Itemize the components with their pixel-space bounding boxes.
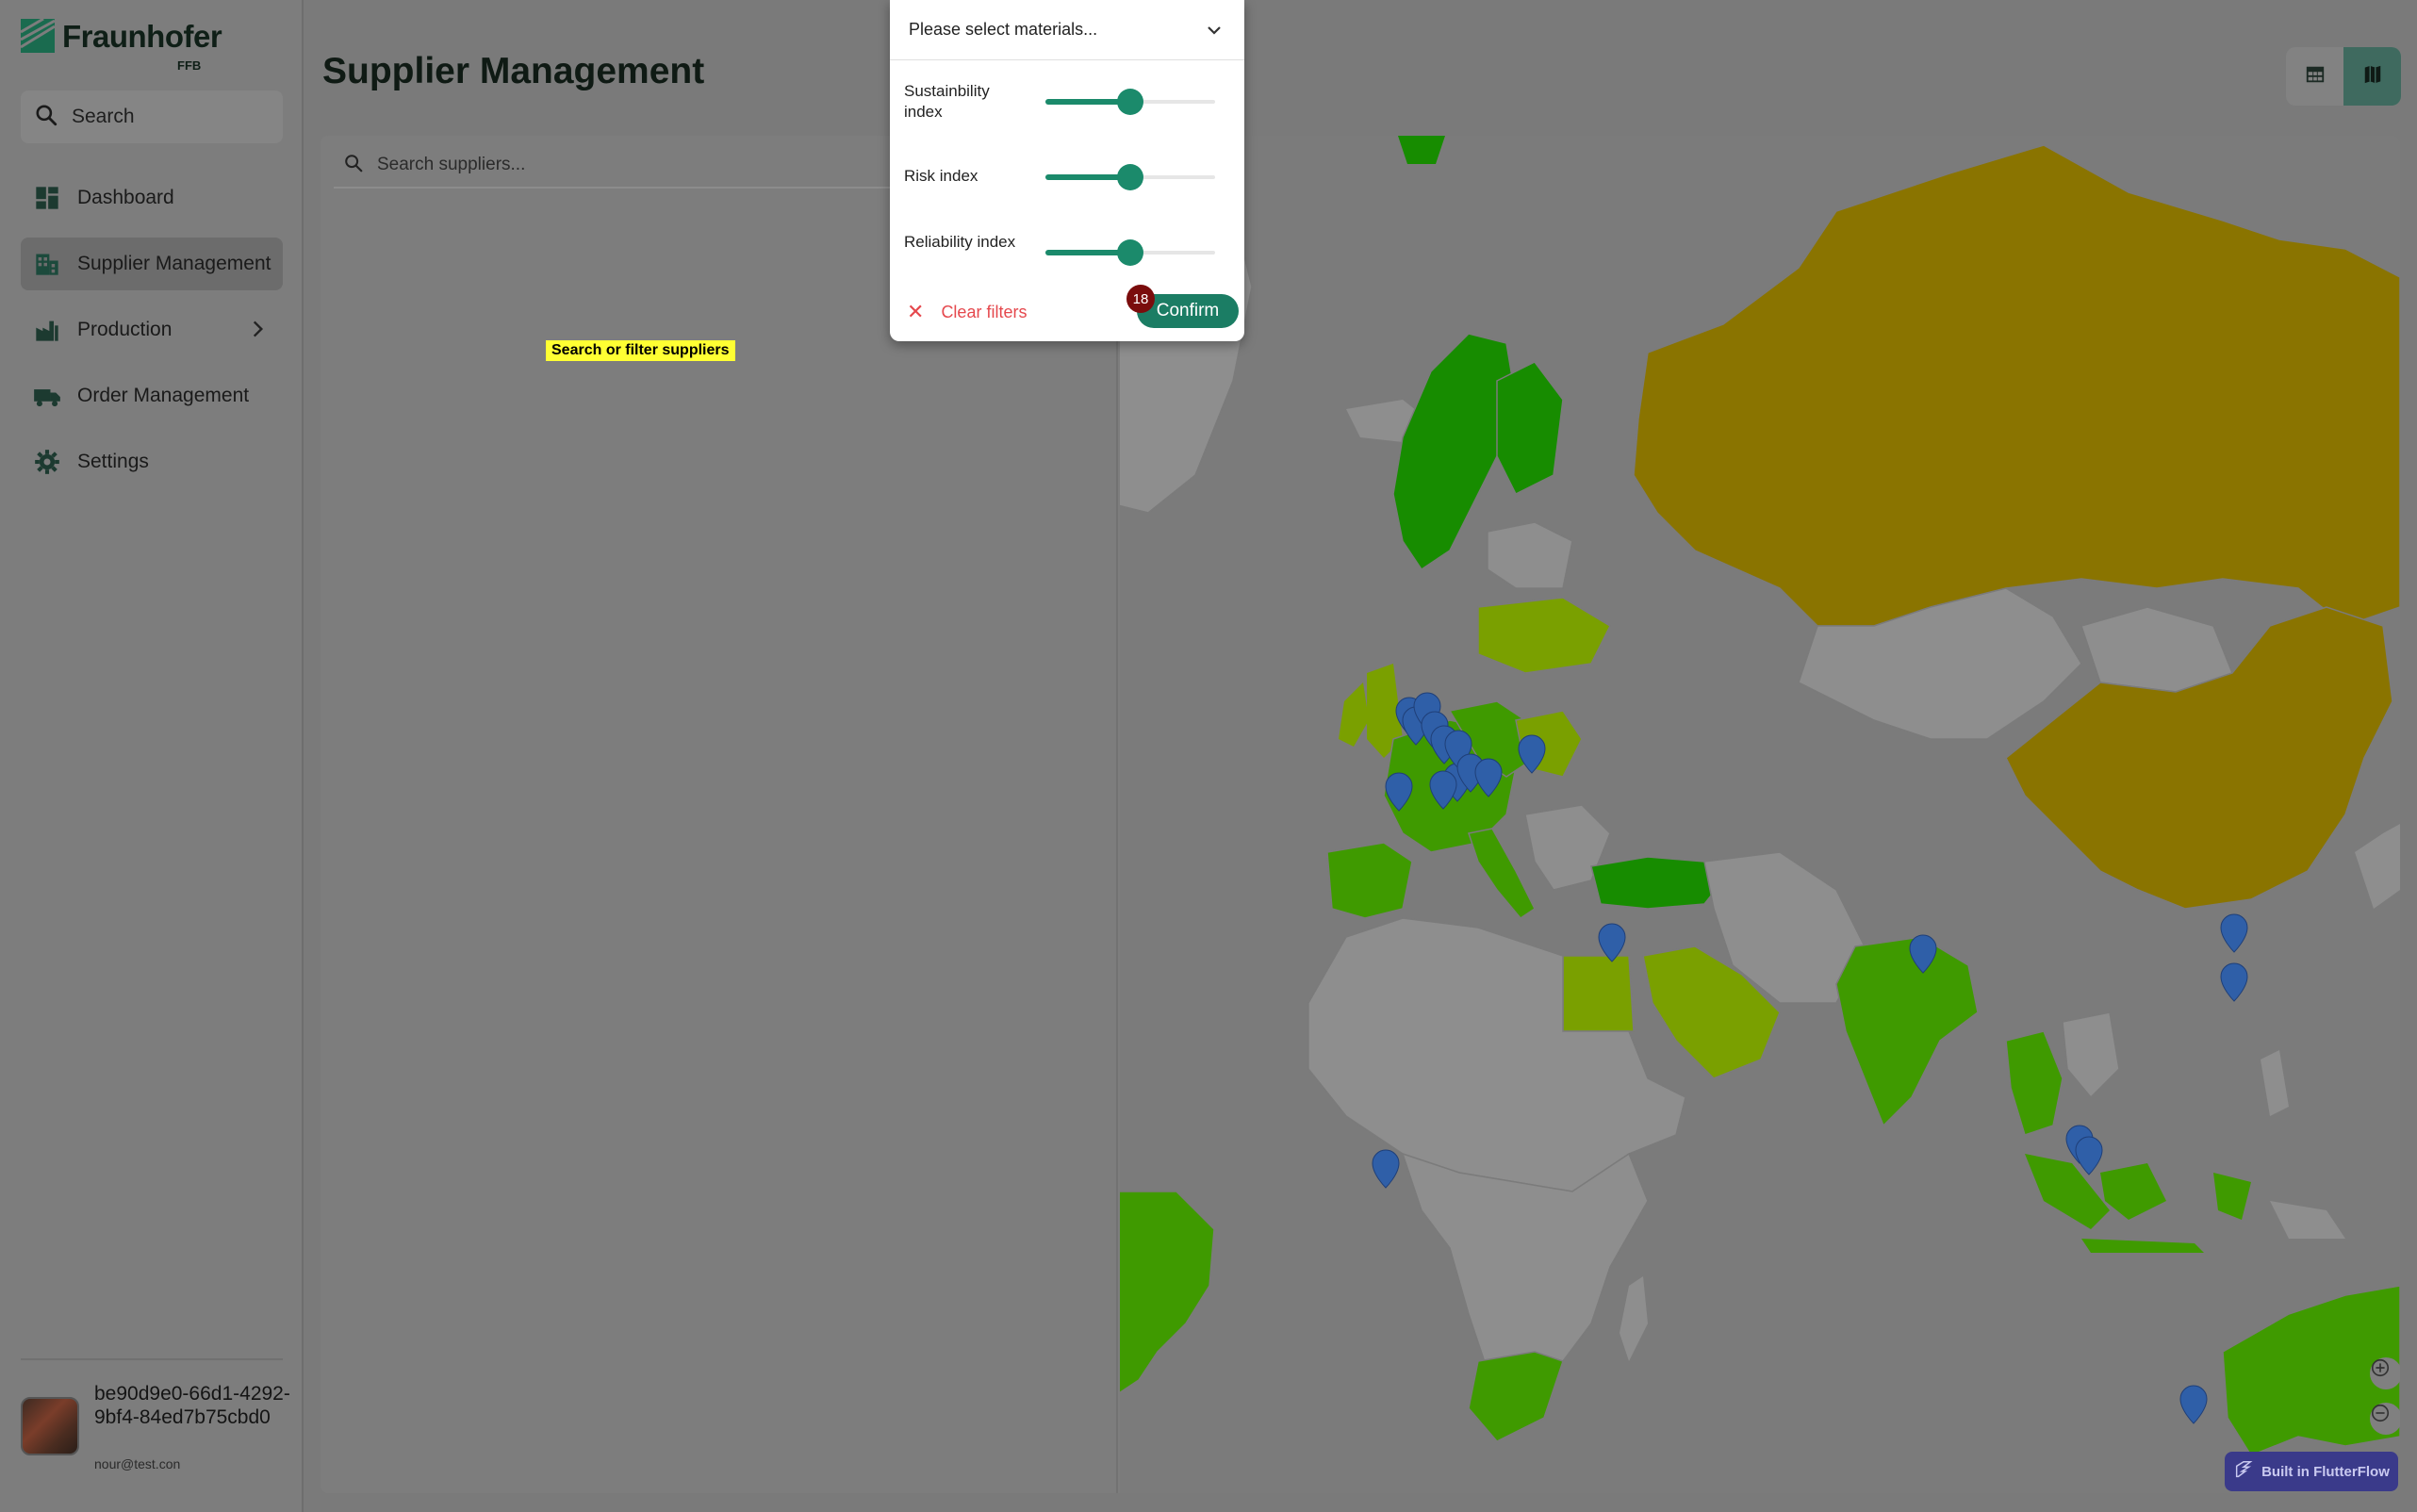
world-map: [1120, 136, 2400, 1456]
fraunhofer-logo-icon: [20, 17, 56, 53]
dashboard-icon: [32, 183, 62, 213]
sidebar-item-dashboard[interactable]: Dashboard: [21, 172, 283, 224]
clear-filters-label: Clear filters: [941, 302, 1028, 321]
sidebar-item-settings[interactable]: Settings: [21, 436, 283, 488]
slider-thumb[interactable]: [1117, 164, 1143, 190]
filter-count-badge: 18: [1126, 285, 1155, 313]
zoom-in-button[interactable]: [2370, 1357, 2400, 1389]
factory-icon: [32, 315, 62, 345]
map-view-button[interactable]: [2343, 47, 2401, 106]
sidebar-search[interactable]: Search: [21, 90, 283, 143]
filter-popup: Please select materials... Sustainbility…: [890, 0, 1244, 341]
sidebar-item-label: Order Management: [77, 385, 250, 406]
sidebar-item-label: Dashboard: [77, 187, 174, 208]
brand-sub: FFB: [177, 58, 202, 73]
gear-icon: [32, 447, 62, 477]
sidebar-item-label: Settings: [77, 451, 149, 472]
search-icon: [343, 153, 364, 178]
sidebar-search-label: Search: [72, 106, 135, 127]
supplier-map[interactable]: [1120, 136, 2400, 1493]
chevron-down-icon: [1203, 19, 1225, 46]
supplier-pin: [2220, 913, 2248, 953]
view-toggle: [2286, 47, 2401, 106]
brand-name: Fraunhofer: [62, 19, 222, 54]
avatar[interactable]: [21, 1397, 79, 1455]
user-email: nour@test.con: [94, 1456, 181, 1471]
sustainability-label: Sustainbility index: [904, 82, 990, 121]
supplier-pin: [1372, 1149, 1400, 1189]
sidebar-item-supplier-management[interactable]: Supplier Management: [21, 238, 283, 290]
chevron-right-icon: [245, 317, 270, 347]
sidebar-divider: [21, 1358, 283, 1360]
user-id: be90d9e0-66d1-4292-9bf4-84ed7b75cbd0: [94, 1383, 290, 1428]
truck-icon: [32, 381, 62, 411]
reliability-label: Reliability index: [904, 233, 1016, 251]
supplier-pin: [2075, 1136, 2103, 1175]
reliability-slider[interactable]: [1045, 239, 1215, 266]
zoom-out-button[interactable]: [2370, 1403, 2400, 1435]
slider-thumb[interactable]: [1117, 239, 1143, 266]
sidebar-item-label: Production: [77, 319, 173, 340]
brand-logo: Fraunhofer: [20, 17, 222, 55]
built-in-label: Built in FlutterFlow: [2261, 1463, 2390, 1480]
page-title: Supplier Management: [322, 51, 705, 91]
sidebar-item-order-management[interactable]: Order Management: [21, 370, 283, 422]
table-view-button[interactable]: [2286, 47, 2343, 106]
material-select-placeholder: Please select materials...: [909, 20, 1098, 39]
search-icon: [34, 103, 58, 132]
close-icon: ✕: [907, 300, 925, 323]
material-select[interactable]: Please select materials...: [890, 0, 1244, 60]
slider-thumb[interactable]: [1117, 89, 1143, 115]
table-view-icon: [2305, 64, 2326, 90]
clear-filters-button[interactable]: ✕ Clear filters: [907, 300, 1027, 324]
map-view-icon: [2362, 64, 2383, 90]
risk-label: Risk index: [904, 167, 978, 185]
building-icon: [32, 249, 62, 279]
sustainability-slider[interactable]: [1045, 89, 1215, 115]
supplier-panel: Search or filter suppliers: [321, 136, 2400, 1493]
supplier-pin: [2179, 1385, 2208, 1424]
sidebar-item-production[interactable]: Production: [21, 304, 283, 356]
flutterflow-icon: [2233, 1459, 2254, 1484]
sidebar: Fraunhofer FFB Search Dashboard Supplier…: [0, 0, 304, 1512]
supplier-pin: [2220, 962, 2248, 1002]
sidebar-item-label: Supplier Management: [77, 253, 271, 274]
risk-slider[interactable]: [1045, 164, 1215, 190]
built-in-flutterflow-badge[interactable]: Built in FlutterFlow: [2225, 1452, 2398, 1491]
empty-hint: Search or filter suppliers: [546, 340, 735, 361]
